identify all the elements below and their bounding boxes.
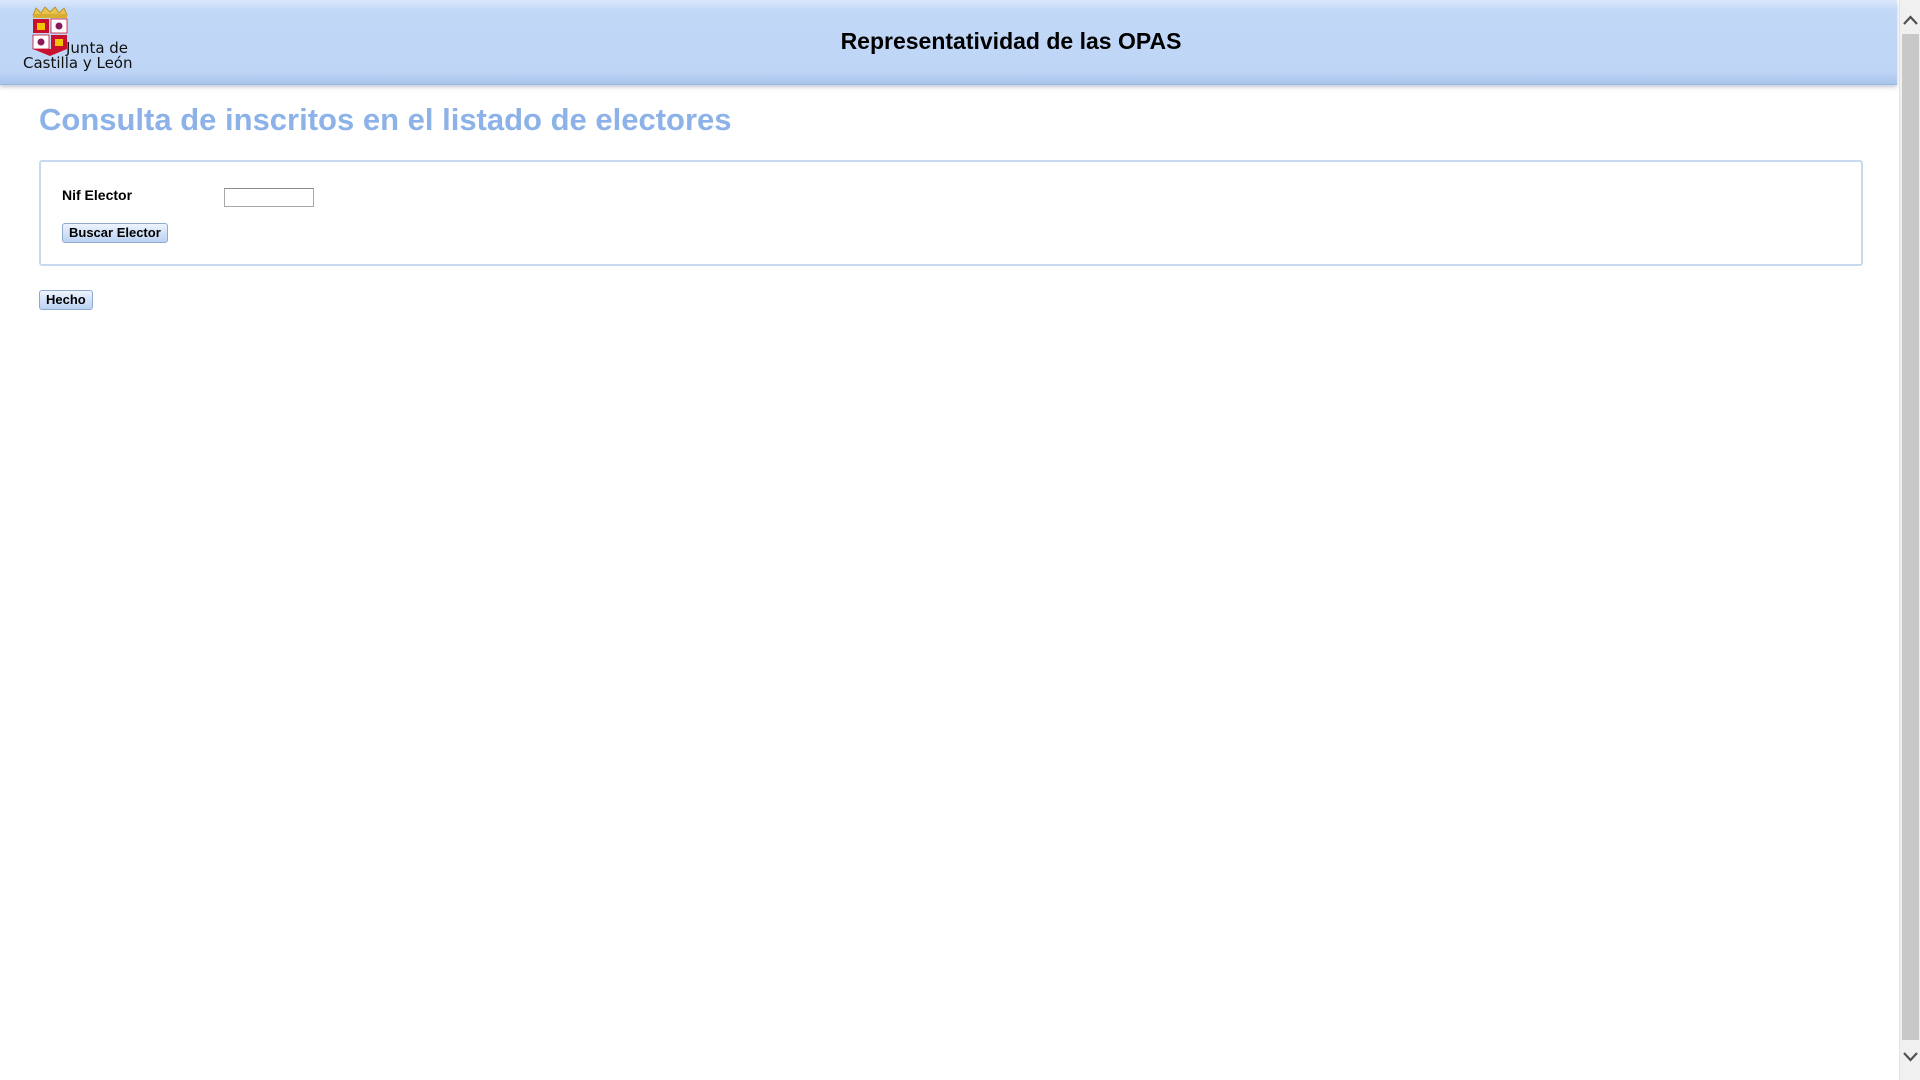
nif-elector-input[interactable] bbox=[224, 188, 314, 207]
chevron-down-icon[interactable] bbox=[1900, 1046, 1920, 1067]
search-form-panel: Nif Elector Buscar Elector bbox=[39, 160, 1863, 266]
vertical-scrollbar[interactable] bbox=[1899, 0, 1920, 1080]
page-title: Consulta de inscritos en el listado de e… bbox=[39, 102, 732, 137]
nif-elector-label: Nif Elector bbox=[62, 187, 133, 203]
chevron-up-icon[interactable] bbox=[1900, 10, 1920, 31]
done-button[interactable]: Hecho bbox=[39, 290, 93, 310]
search-elector-button[interactable]: Buscar Elector bbox=[62, 223, 168, 243]
page-viewport: Junta de Castilla y León Representativid… bbox=[0, 0, 1899, 1080]
scrollbar-thumb[interactable] bbox=[1902, 34, 1919, 1040]
logo-text-line2: Castilla y León bbox=[23, 54, 133, 72]
app-title: Representatividad de las OPAS bbox=[840, 28, 1182, 54]
app-header: Junta de Castilla y León Representativid… bbox=[0, 0, 1897, 85]
